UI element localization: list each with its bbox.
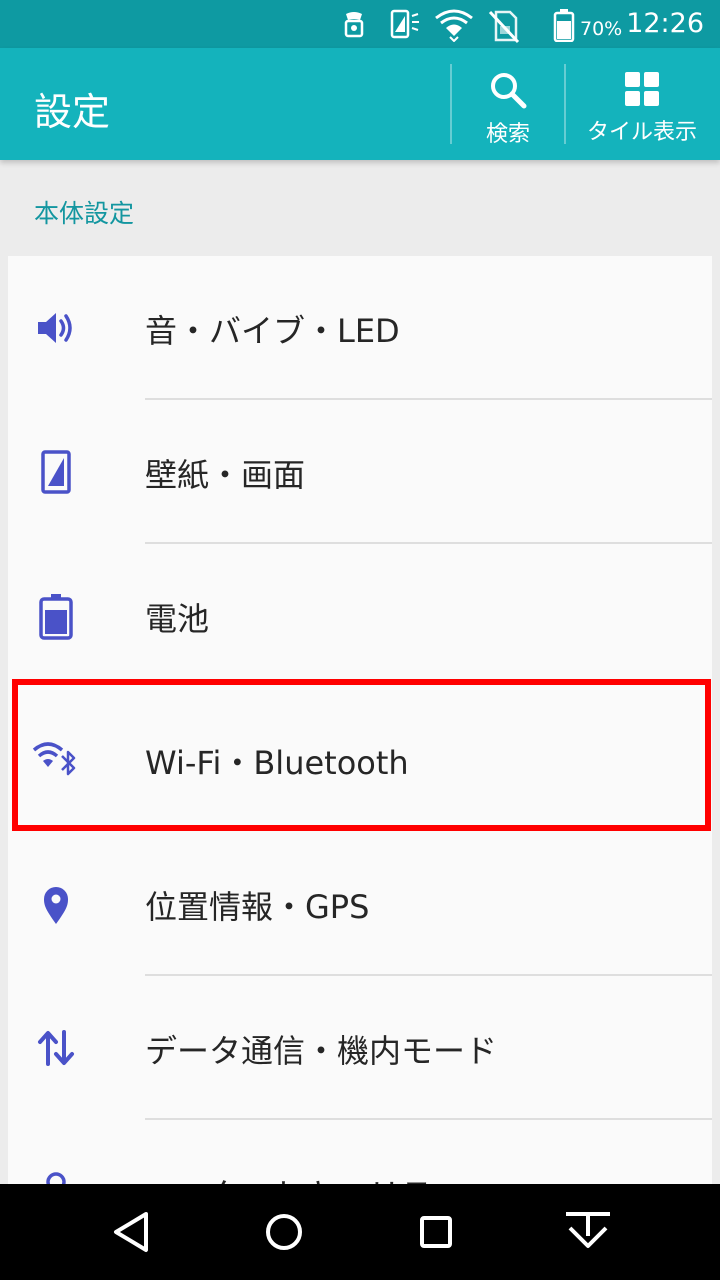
settings-item-data-airplane[interactable]: データ通信・機内モード [8, 976, 712, 1120]
location-icon [44, 887, 68, 924]
settings-item-label: Wi-Fi・Bluetooth [145, 744, 409, 782]
wifi-icon [435, 9, 473, 42]
grid-icon [625, 72, 659, 106]
navigation-bar [0, 1184, 720, 1280]
data-transfer-icon [38, 1030, 74, 1066]
search-icon [491, 73, 527, 109]
no-sim-icon [488, 10, 520, 44]
app-bar: 設定 検索 タイル表示 [0, 48, 720, 160]
volume-icon [38, 313, 72, 343]
tile-view-button[interactable]: タイル表示 [570, 48, 714, 160]
settings-item-label: 電池 [145, 600, 210, 638]
settings-item-sound[interactable]: 音・バイブ・LED [8, 256, 712, 400]
page-title: 設定 [34, 90, 111, 134]
status-bar: 70% 12:26 [0, 0, 720, 48]
back-icon[interactable] [102, 1202, 162, 1262]
recents-icon[interactable] [406, 1202, 466, 1262]
search-button[interactable]: 検索 [456, 48, 560, 160]
notification-icon [344, 12, 364, 38]
section-header: 本体設定 [34, 199, 135, 228]
settings-item-label: データ通信・機内モード [145, 1032, 498, 1070]
screen-rotation-icon [390, 9, 419, 39]
battery-percent: 70% [580, 18, 623, 40]
settings-item-wifi-bluetooth[interactable]: Wi-Fi・Bluetooth [8, 688, 712, 832]
app-bar-divider [450, 64, 452, 144]
settings-item-location[interactable]: 位置情報・GPS [8, 832, 712, 976]
clock: 12:26 [626, 8, 704, 39]
settings-item-wallpaper-display[interactable]: 壁紙・画面 [8, 400, 712, 544]
settings-item-label: 壁紙・画面 [145, 456, 306, 494]
display-icon [41, 450, 71, 494]
app-bar-divider [564, 64, 566, 144]
search-label: 検索 [485, 122, 530, 147]
settings-item-label: 音・バイブ・LED [145, 312, 400, 350]
wifi-bluetooth-icon [32, 742, 76, 776]
battery-icon [39, 594, 73, 640]
settings-item-label: 位置情報・GPS [145, 888, 370, 926]
tile-view-label: タイル表示 [586, 120, 697, 145]
settings-item-battery[interactable]: 電池 [8, 544, 712, 688]
home-icon[interactable] [254, 1202, 314, 1262]
settings-list: 音・バイブ・LED 壁紙・画面 電池 Wi-Fi・Bluetooth 位置情報・… [8, 256, 712, 1186]
notification-pull-icon[interactable] [558, 1202, 618, 1262]
battery-icon [553, 9, 575, 42]
settings-item-lock-security[interactable]: ロック・セキュリティ [8, 1120, 712, 1186]
